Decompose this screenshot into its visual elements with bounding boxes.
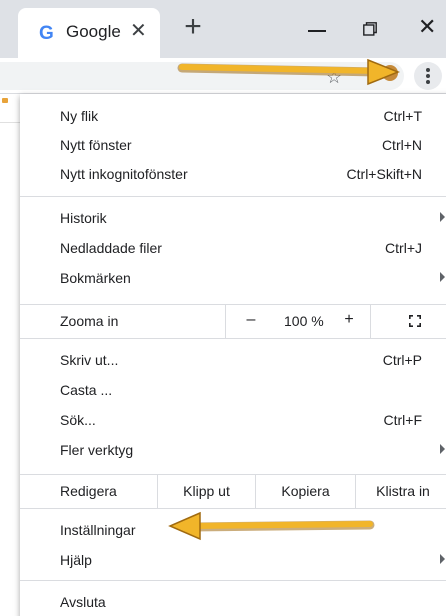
zoom-row: Zooma in – 100 % +	[20, 304, 446, 338]
menu-item-shortcut: Ctrl+Skift+N	[346, 166, 422, 182]
menu-item-cast[interactable]: Casta ...	[20, 378, 446, 402]
fullscreen-icon[interactable]	[409, 315, 421, 327]
zoom-out-button[interactable]: –	[240, 311, 262, 329]
menu-separator	[20, 196, 446, 197]
menu-item-label: Nytt fönster	[60, 137, 132, 153]
zoom-divider	[370, 304, 371, 338]
menu-item-shortcut: Ctrl+F	[383, 412, 423, 428]
menu-item-label: Ny flik	[60, 108, 99, 124]
zoom-label: Zooma in	[60, 313, 119, 329]
menu-item-shortcut: Ctrl+T	[383, 108, 423, 124]
address-bar[interactable]: ☆	[0, 62, 404, 90]
title-bar: G Google ✕ + ✕	[0, 0, 446, 58]
menu-item-label: Bokmärken	[60, 270, 131, 286]
menu-item-find[interactable]: Sök... Ctrl+F	[20, 408, 446, 432]
new-tab-button[interactable]: +	[178, 12, 208, 43]
cut-button[interactable]: Klipp ut	[157, 474, 255, 508]
restore-icon[interactable]	[363, 22, 377, 36]
minimize-icon[interactable]	[308, 30, 326, 32]
menu-dot-icon	[426, 68, 430, 72]
tab-title: Google	[66, 22, 121, 41]
menu-item-new-incognito-window[interactable]: Nytt inkognitofönster Ctrl+Skift+N	[20, 162, 446, 186]
zoom-level-value: 100 %	[284, 313, 324, 329]
copy-button[interactable]: Kopiera	[255, 474, 355, 508]
menu-dot-icon	[426, 74, 430, 78]
menu-separator	[20, 508, 446, 509]
bookmark-star-icon[interactable]: ☆	[326, 67, 342, 88]
menu-item-label: Avsluta	[60, 594, 106, 610]
menu-item-history[interactable]: Historik	[20, 206, 446, 230]
window-close-icon[interactable]: ✕	[418, 13, 436, 41]
page-decoration	[2, 98, 8, 103]
submenu-arrow-icon	[440, 554, 445, 564]
menu-item-label: Inställningar	[60, 522, 136, 538]
page-content	[0, 94, 20, 616]
menu-item-label: Nytt inkognitofönster	[60, 166, 188, 182]
menu-item-new-window[interactable]: Nytt fönster Ctrl+N	[20, 133, 446, 157]
menu-dot-icon	[426, 80, 430, 84]
menu-separator	[20, 580, 446, 581]
menu-item-new-tab[interactable]: Ny flik Ctrl+T	[20, 104, 446, 128]
menu-item-label: Sök...	[60, 412, 96, 428]
zoom-divider	[225, 304, 226, 338]
chrome-menu: Ny flik Ctrl+T Nytt fönster Ctrl+N Nytt …	[20, 94, 446, 616]
edit-label: Redigera	[60, 483, 117, 499]
menu-item-settings[interactable]: Inställningar	[20, 518, 446, 542]
menu-item-downloads[interactable]: Nedladdade filer Ctrl+J	[20, 236, 446, 260]
menu-item-label: Hjälp	[60, 552, 92, 568]
tab-close-icon[interactable]: ✕	[130, 19, 147, 43]
menu-item-shortcut: Ctrl+J	[385, 240, 422, 256]
chrome-menu-button[interactable]	[414, 62, 442, 90]
menu-item-label: Historik	[60, 210, 107, 226]
menu-item-help[interactable]: Hjälp	[20, 548, 446, 572]
edit-row: Redigera Klipp ut Kopiera Klistra in	[20, 474, 446, 508]
menu-item-bookmarks[interactable]: Bokmärken	[20, 266, 446, 290]
browser-tab[interactable]: G Google ✕	[18, 8, 160, 58]
submenu-arrow-icon	[440, 272, 445, 282]
menu-item-shortcut: Ctrl+P	[382, 352, 422, 368]
menu-item-more-tools[interactable]: Fler verktyg	[20, 438, 446, 462]
svg-text:G: G	[39, 23, 54, 43]
profile-icon[interactable]	[382, 65, 398, 81]
menu-item-label: Casta ...	[60, 382, 113, 398]
menu-separator	[20, 338, 446, 339]
zoom-in-button[interactable]: +	[338, 311, 360, 329]
submenu-arrow-icon	[440, 212, 445, 222]
google-favicon-icon: G	[39, 23, 54, 43]
menu-item-print[interactable]: Skriv ut... Ctrl+P	[20, 348, 446, 372]
toolbar: ☆	[0, 58, 446, 94]
menu-item-shortcut: Ctrl+N	[381, 137, 422, 153]
paste-button[interactable]: Klistra in	[355, 474, 446, 508]
menu-item-label: Nedladdade filer	[60, 240, 162, 256]
menu-item-label: Fler verktyg	[60, 442, 134, 458]
submenu-arrow-icon	[440, 444, 445, 454]
menu-item-exit[interactable]: Avsluta	[20, 590, 446, 614]
page-divider	[0, 122, 20, 123]
menu-item-label: Skriv ut...	[60, 352, 119, 368]
